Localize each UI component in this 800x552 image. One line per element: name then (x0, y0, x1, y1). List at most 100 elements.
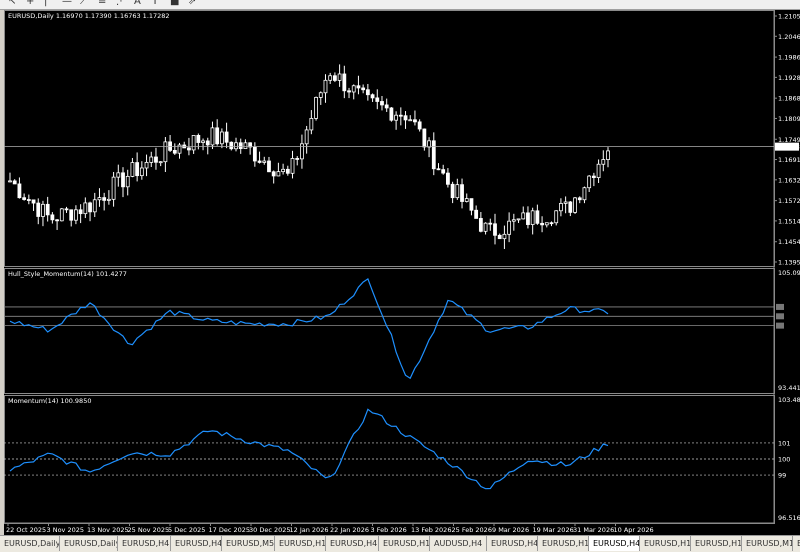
candle-bull (507, 220, 512, 235)
candle-bear (168, 141, 172, 151)
candle-bull (83, 202, 88, 215)
candle-bull (201, 140, 205, 143)
candle-bull (314, 97, 318, 119)
chart-tab[interactable]: EURUSD,H1 (275, 536, 326, 551)
hull-level-marker (776, 303, 784, 310)
candle-bear (12, 180, 17, 185)
candle-bull (219, 131, 224, 145)
chart-canvas[interactable]: 1.21050 1.20465 1.19865 1.19280 1.18680 1.180… (4, 10, 800, 535)
candle-bear (422, 128, 427, 148)
time-axis-label: 3 Nov 2025 (47, 526, 85, 534)
panel-border-1 (4, 10, 775, 267)
candle-bull (290, 158, 295, 174)
chart-tab[interactable]: EURUSD,M1 (742, 536, 793, 551)
horizontal-line-icon[interactable]: — (62, 0, 72, 7)
candle-bear (469, 198, 474, 211)
momentum-level-label: 99 (778, 472, 786, 480)
candle-bear (460, 184, 464, 202)
trendline-icon[interactable]: ⟋ (80, 0, 87, 7)
candle-bull (582, 187, 587, 201)
momentum-level-label: 101 (778, 439, 790, 447)
candle-bull (464, 198, 469, 202)
chart-tab[interactable]: EURUSD,H4 (326, 536, 379, 551)
candle-bull (8, 180, 12, 183)
candle-bear (64, 208, 69, 211)
candle-bear (135, 162, 140, 177)
candle-bear (69, 209, 74, 221)
candle-bear (577, 197, 582, 201)
time-axis-label: 13 Feb 2026 (411, 526, 451, 534)
vertical-line-icon[interactable]: | (44, 0, 47, 7)
candle-bull (74, 209, 78, 221)
candle-bull (309, 118, 314, 131)
chart-tab[interactable]: EURUSD,Daily (60, 536, 118, 551)
chart-tab[interactable]: EURUSD,H4 (118, 536, 171, 551)
fibonacci-icon[interactable]: ⋰ (116, 0, 126, 7)
candle-bull (300, 143, 304, 160)
candle-bear (102, 197, 107, 201)
candle-bull (601, 159, 606, 165)
candle-bear (205, 140, 210, 146)
chart-tab[interactable]: EURUSD,Daily (0, 536, 60, 551)
candle-bull (92, 199, 97, 213)
candle-bull (587, 175, 592, 189)
candle-bear (389, 107, 394, 121)
candle-bear (267, 160, 271, 173)
candle-bull (596, 163, 601, 179)
time-axis-label: 25 Feb 2026 (452, 526, 492, 534)
candle-bear (370, 94, 375, 99)
candle-bear (441, 169, 446, 174)
price-axis-label: 1.20465 (778, 33, 800, 41)
label-icon[interactable]: T (152, 0, 158, 7)
chart-tabs: EURUSD,Daily EURUSD,Daily EURUSD,H4 EURUSD,… (0, 535, 800, 552)
chart-tab[interactable]: EURUSD,M5 (222, 536, 275, 551)
time-axis-label: 9 Mar 2026 (492, 526, 529, 534)
candle-bull (281, 168, 286, 173)
candle-bear (549, 222, 554, 225)
candle-bull (351, 85, 356, 93)
hull-momentum-line (9, 277, 609, 380)
candle-bear (497, 234, 502, 240)
candle-bear (450, 183, 455, 199)
chart-tab[interactable]: EURUSD,H1 (379, 536, 430, 551)
candle-bull (130, 162, 135, 177)
candle-bear (154, 156, 158, 163)
candle-bear (271, 171, 276, 177)
arrows-icon[interactable]: ⇗ (188, 0, 196, 7)
chart-tab[interactable]: EURUSD,H4 (487, 536, 538, 551)
candle-bull (502, 233, 507, 240)
chart-tab[interactable]: AUDUSD,H4 (430, 536, 487, 551)
candle-bear (238, 142, 243, 149)
current-price-label: 1.17282 (777, 143, 800, 151)
price-axis-label: 1.15140 (778, 217, 800, 225)
main-chart-header: EURUSD,Daily 1.16970 1.17390 1.16763 1.1… (8, 12, 170, 20)
cursor-icon[interactable]: ↖ (8, 0, 16, 7)
chart-tab[interactable]: EURUSD,H4 (171, 536, 222, 551)
channel-icon[interactable]: ≡ (98, 0, 106, 7)
candle-bull (521, 212, 526, 220)
candle-bull (559, 203, 563, 212)
crosshair-icon[interactable]: + (26, 0, 34, 7)
chart-tab[interactable]: EURUSD,H4 (589, 536, 640, 551)
chart-tab[interactable]: EURUSD,H1 (691, 536, 742, 551)
candle-bear (22, 197, 27, 200)
candle-bear (488, 222, 493, 225)
shapes-icon[interactable]: ■ (170, 0, 179, 7)
price-axis-label: 1.16910 (778, 156, 800, 164)
candle-bull (304, 129, 309, 145)
time-axis-label: 3 Feb 2026 (371, 526, 407, 534)
chart-tab[interactable]: EURUSD,H1 (538, 536, 589, 551)
candle-bear (361, 87, 366, 91)
candle-bear (78, 209, 83, 215)
candle-bull (177, 144, 182, 154)
momentum-axis-top: 103.4832 (778, 396, 800, 404)
candle-bear (526, 212, 530, 225)
price-axis-label: 1.14540 (778, 238, 800, 246)
text-icon[interactable]: A (134, 0, 141, 7)
chart-tab[interactable]: EURI (793, 536, 800, 551)
chart-window[interactable]: 1.21050 1.20465 1.19865 1.19280 1.18680 1.180… (4, 10, 800, 535)
chart-tab[interactable]: EURUSD,H1 (640, 536, 691, 551)
price-axis-label: 1.18680 (778, 95, 800, 103)
candle-bull (427, 140, 431, 148)
candle-bear (332, 75, 337, 81)
